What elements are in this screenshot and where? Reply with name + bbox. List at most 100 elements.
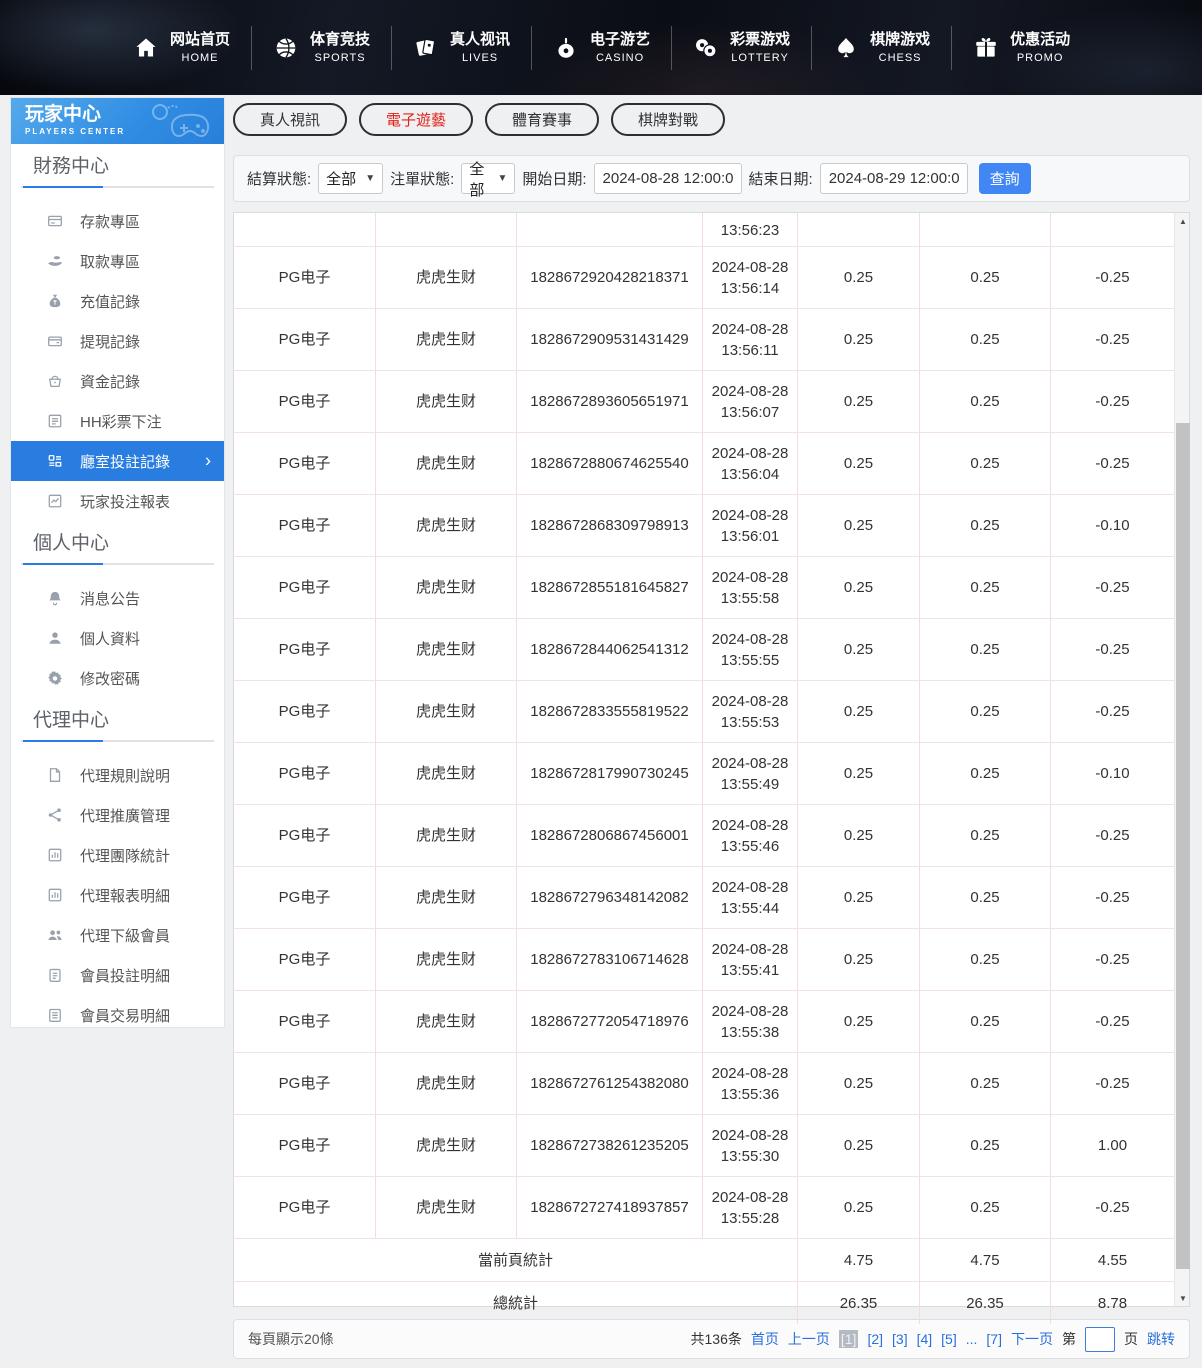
search-button[interactable]: 查詢 xyxy=(978,163,1031,194)
nav-item-chess[interactable]: 棋牌游戏 CHESS xyxy=(812,30,951,66)
valid-amount-cell-text: 0.25 xyxy=(970,579,1000,596)
scroll-down-arrow-icon[interactable]: ▼ xyxy=(1175,1290,1191,1306)
bet-id-cell: 1828672727418937857 xyxy=(517,1177,703,1238)
valid-amount-cell: 0.25 xyxy=(920,371,1051,432)
table-row: PG电子 虎虎生财 1828672772054718976 2024-08-28 13:… xyxy=(234,991,1174,1053)
scrollbar-thumb[interactable] xyxy=(1176,423,1190,1269)
gift-icon xyxy=(973,35,999,61)
nav-item-label-en: LIVES xyxy=(461,51,499,64)
total-valid-text: 4.75 xyxy=(970,1251,1000,1269)
table-row: PG电子 虎虎生财 1828672909531431429 2024-08-28 13:… xyxy=(234,309,1174,371)
sidebar-item-充值記錄[interactable]: 充值記錄› xyxy=(11,281,224,321)
end-date-input[interactable] xyxy=(819,163,968,194)
bet-id-cell: 1828672880674625540 xyxy=(517,433,703,494)
tab-電子遊藝[interactable]: 電子遊藝 xyxy=(359,103,474,136)
valid-amount-cell: 0.25 xyxy=(920,681,1051,742)
sidebar-item-代理推廣管理[interactable]: 代理推廣管理› xyxy=(11,795,224,835)
settle-status-select[interactable]: 全部 ▼ xyxy=(318,163,384,194)
sidebar-item-label: 代理下級會員 xyxy=(80,927,171,945)
payout-cell: -0.25 xyxy=(1051,991,1174,1052)
bet-amount-cell: 0.25 xyxy=(798,309,920,370)
sidebar-section-title: 個人中心 xyxy=(33,533,110,554)
bet-provider-cell-text: PG电子 xyxy=(278,1013,331,1030)
payout-cell: -0.25 xyxy=(1051,371,1174,432)
nav-item-casino[interactable]: 电子游艺 CASINO xyxy=(532,30,671,66)
bet-game-cell-text: 虎虎生财 xyxy=(415,1137,476,1154)
bet-game-cell-text: 虎虎生财 xyxy=(415,641,476,658)
sidebar-item-會員投註明細[interactable]: 會員投註明細› xyxy=(11,955,224,995)
sidebar-item-存款專區[interactable]: 存款專區› xyxy=(11,201,224,241)
valid-amount-cell: 0.25 xyxy=(920,867,1051,928)
sidebar-item-資金記錄[interactable]: 資金記錄› xyxy=(11,361,224,401)
table-total-row: 總統計 26.35 26.35 8.78 xyxy=(234,1282,1174,1324)
page-link-4[interactable]: [4] xyxy=(917,1331,933,1347)
sidebar-item-取款專區[interactable]: 取款專區› xyxy=(11,241,224,281)
bet-id-cell-text: 1828672817990730245 xyxy=(530,765,689,782)
sidebar-item-玩家投注報表[interactable]: 玩家投注報表› xyxy=(11,481,224,521)
next-page-link[interactable]: 下一页 xyxy=(1011,1329,1053,1349)
page-link-7[interactable]: [7] xyxy=(986,1331,1002,1347)
page-jump-input[interactable] xyxy=(1085,1326,1115,1352)
sidebar-item-會員交易明細[interactable]: 會員交易明細› xyxy=(11,995,224,1035)
nav-item-promo[interactable]: 优惠活动 PROMO xyxy=(952,30,1091,66)
sidebar-item-個人資料[interactable]: 個人資料› xyxy=(11,618,224,658)
bet-game-cell: 虎虎生财 xyxy=(376,371,517,432)
bets-table: 13:56:23 PG电子 虎虎生财 1828672920428218371 2024-… xyxy=(233,212,1191,1324)
valid-amount-cell-text: 0.25 xyxy=(970,269,1000,286)
nav-item-lives[interactable]: 真人视讯 LIVES xyxy=(392,30,531,66)
total-bet-cell: 4.75 xyxy=(798,1239,920,1281)
tab-棋牌對戰[interactable]: 棋牌對戰 xyxy=(611,103,726,136)
users-icon xyxy=(46,926,64,944)
sidebar-item-代理團隊統計[interactable]: 代理團隊統計› xyxy=(11,835,224,875)
bet-game-cell-text: 虎虎生财 xyxy=(415,951,476,968)
page-link-1[interactable]: [1] xyxy=(838,1330,859,1348)
sidebar-item-提現記錄[interactable]: 提現記錄› xyxy=(11,321,224,361)
gear-icon xyxy=(46,669,64,687)
sidebar-item-廳室投註記錄[interactable]: 廳室投註記錄 › xyxy=(11,441,224,481)
sidebar-item-消息公告[interactable]: 消息公告› xyxy=(11,578,224,618)
bet-id-cell-text: 1828672796348142082 xyxy=(530,889,689,906)
bet-amount-cell-text: 0.25 xyxy=(843,641,874,658)
document-icon xyxy=(46,766,64,784)
cell xyxy=(517,213,703,246)
bet-id-cell: 1828672844062541312 xyxy=(517,619,703,680)
page-link-5[interactable]: [5] xyxy=(941,1331,957,1347)
total-payout-text: 4.55 xyxy=(1097,1251,1128,1269)
table-scrollbar[interactable]: ▲ ▼ xyxy=(1174,213,1191,1306)
nav-item-lottery[interactable]: 彩票游戏 LOTTERY xyxy=(672,30,811,66)
scroll-up-arrow-icon[interactable]: ▲ xyxy=(1175,213,1191,229)
prev-page-link[interactable]: 上一页 xyxy=(788,1329,830,1349)
sidebar-item-代理報表明細[interactable]: 代理報表明細› xyxy=(11,875,224,915)
bet-game-cell: 虎虎生财 xyxy=(376,433,517,494)
nav-item-home[interactable]: 网站首页 HOME xyxy=(112,30,251,66)
bet-provider-cell: PG电子 xyxy=(234,495,376,556)
section-underline-accent xyxy=(23,740,103,742)
start-date-input[interactable] xyxy=(593,163,742,194)
lottery-balls-icon xyxy=(693,35,719,61)
sidebar-item-修改密碼[interactable]: 修改密碼› xyxy=(11,658,224,698)
jump-button[interactable]: 跳转 xyxy=(1147,1329,1175,1349)
bet-game-cell-text: 虎虎生财 xyxy=(415,517,476,534)
cards-icon xyxy=(413,35,439,61)
valid-amount-cell: 0.25 xyxy=(920,805,1051,866)
payout-cell-text: -0.25 xyxy=(1095,1075,1130,1092)
section-underline xyxy=(21,186,214,188)
page-link-3[interactable]: [3] xyxy=(892,1331,908,1347)
table-row: PG电子 虎虎生财 1828672880674625540 2024-08-28 13:… xyxy=(234,433,1174,495)
payout-cell: -0.25 xyxy=(1051,1053,1174,1114)
sidebar-item-代理規則說明[interactable]: 代理規則說明› xyxy=(11,755,224,795)
tab-體育賽事[interactable]: 體育賽事 xyxy=(485,103,600,136)
page-link-2[interactable]: [2] xyxy=(867,1331,883,1347)
first-page-link[interactable]: 首页 xyxy=(751,1329,779,1349)
order-status-select[interactable]: 全部 ▼ xyxy=(461,161,516,199)
jump-prefix-text: 第 xyxy=(1062,1331,1076,1347)
nav-item-sports[interactable]: 体育竞技 SPORTS xyxy=(252,30,391,66)
sidebar-item-代理下級會員[interactable]: 代理下級會員› xyxy=(11,915,224,955)
bet-provider-cell-text: PG电子 xyxy=(278,455,331,472)
bet-provider-cell-text: PG电子 xyxy=(278,393,331,410)
sidebar-item-HH彩票下注[interactable]: HH彩票下注› xyxy=(11,401,224,441)
tab-真人視訊[interactable]: 真人視訊 xyxy=(233,103,348,136)
bet-amount-cell-text: 0.25 xyxy=(843,703,874,720)
nav-item-label-en: HOME xyxy=(181,51,219,64)
payout-cell: -0.25 xyxy=(1051,681,1174,742)
